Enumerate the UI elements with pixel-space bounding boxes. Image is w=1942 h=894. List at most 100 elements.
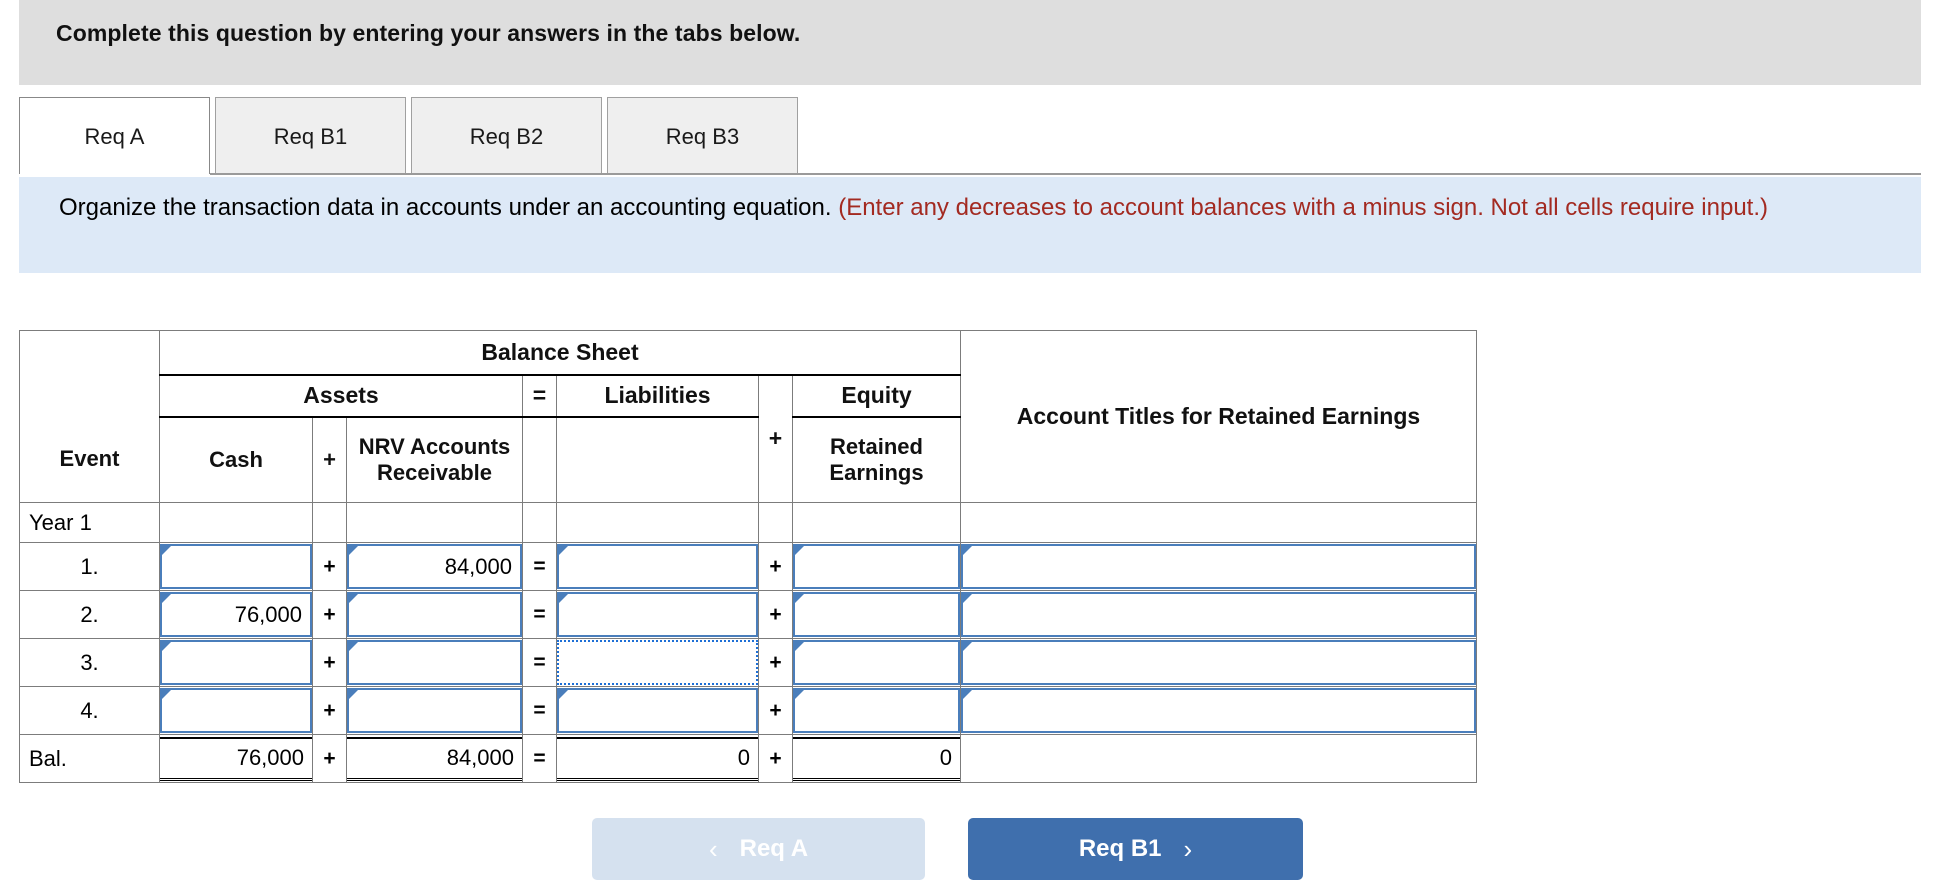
input-cash-3[interactable] <box>160 640 312 685</box>
cell-titles-1[interactable] <box>960 542 1477 591</box>
input-titles-1[interactable] <box>961 544 1476 589</box>
accounting-equation-table: Balance Sheet Account Titles for Retaine… <box>19 330 1477 783</box>
header-plus-equity: + <box>758 374 793 503</box>
section-plus1-blank <box>312 502 347 543</box>
balance-row: Bal. 76,000 + 84,000 = 0 + 0 <box>19 734 1477 783</box>
input-ar-2[interactable] <box>347 592 522 637</box>
input-liab-4[interactable] <box>557 688 758 733</box>
cell-re-balance: 0 <box>792 734 961 783</box>
input-ar-1[interactable]: 84,000 <box>347 544 522 589</box>
tab-req-b2[interactable]: Req B2 <box>411 97 602 175</box>
input-cash-4[interactable] <box>160 688 312 733</box>
cell-ar-balance: 84,000 <box>346 734 523 783</box>
input-cash-1[interactable] <box>160 544 312 589</box>
cell-ar-2[interactable] <box>346 590 523 639</box>
input-liab-3-focused[interactable] <box>557 640 758 685</box>
prev-requirement-button[interactable]: ‹ Req A <box>592 818 925 880</box>
section-eq-blank <box>522 502 557 543</box>
header-cash: Cash <box>159 416 313 503</box>
cell-liab-3[interactable] <box>556 638 759 687</box>
section-ar-blank <box>346 502 523 543</box>
prev-requirement-label: Req A <box>739 835 809 862</box>
cell-titles-3[interactable] <box>960 638 1477 687</box>
banner-title: Complete this question by entering your … <box>56 20 801 46</box>
input-re-4[interactable] <box>793 688 960 733</box>
next-requirement-button[interactable]: Req B1 › <box>968 818 1303 880</box>
cell-liab-2[interactable] <box>556 590 759 639</box>
instruction-main: Organize the transaction data in account… <box>59 194 832 221</box>
cell-titles-2[interactable] <box>960 590 1477 639</box>
cell-titles-balance <box>960 734 1477 783</box>
input-ar-3[interactable] <box>347 640 522 685</box>
cell-cash-2[interactable]: 76,000 <box>159 590 313 639</box>
input-re-3[interactable] <box>793 640 960 685</box>
row-label-balance: Bal. <box>19 734 160 783</box>
operator-plus-1b: + <box>758 542 793 591</box>
cell-cash-balance: 76,000 <box>159 734 313 783</box>
input-titles-2[interactable] <box>961 592 1476 637</box>
operator-plus-4b: + <box>758 686 793 735</box>
input-re-1[interactable] <box>793 544 960 589</box>
operator-plus-4a: + <box>312 686 347 735</box>
next-requirement-label: Req B1 <box>1078 835 1162 862</box>
cell-ar-3[interactable] <box>346 638 523 687</box>
input-ar-4[interactable] <box>347 688 522 733</box>
tab-req-b1[interactable]: Req B1 <box>215 97 406 175</box>
header-equals-spacer <box>522 416 557 503</box>
input-liab-2[interactable] <box>557 592 758 637</box>
section-label-year: Year 1 <box>19 502 160 543</box>
header-row-balance-sheet: Balance Sheet Account Titles for Retaine… <box>19 330 1477 503</box>
tab-req-b1-label: Req B1 <box>273 123 348 149</box>
header-event: Event <box>19 416 160 503</box>
table-row: 4. + = + <box>19 686 1477 735</box>
input-liab-1[interactable] <box>557 544 758 589</box>
value-ar-balance: 84,000 <box>347 736 522 781</box>
table-row: 3. + = + <box>19 638 1477 687</box>
row-label-3: 3. <box>19 638 160 687</box>
cell-titles-4[interactable] <box>960 686 1477 735</box>
header-liabilities-spacer <box>556 416 759 503</box>
cell-cash-4[interactable] <box>159 686 313 735</box>
operator-plus-1a: + <box>312 542 347 591</box>
cell-ar-4[interactable] <box>346 686 523 735</box>
row-label-1: 1. <box>19 542 160 591</box>
cell-re-1[interactable] <box>792 542 961 591</box>
cell-cash-3[interactable] <box>159 638 313 687</box>
tab-req-a[interactable]: Req A <box>19 97 210 177</box>
header-nrv-accounts-receivable: NRV Accounts Receivable <box>346 416 523 503</box>
section-row-year: Year 1 <box>19 502 1477 543</box>
chevron-right-icon: › <box>1183 833 1193 864</box>
input-cash-2[interactable]: 76,000 <box>160 592 312 637</box>
cell-re-3[interactable] <box>792 638 961 687</box>
cell-liab-4[interactable] <box>556 686 759 735</box>
operator-plus-2a: + <box>312 590 347 639</box>
input-titles-3[interactable] <box>961 640 1476 685</box>
header-account-titles: Account Titles for Retained Earnings <box>960 330 1477 503</box>
header-retained-earnings: Retained Earnings <box>792 416 961 503</box>
cell-cash-1[interactable] <box>159 542 313 591</box>
header-liabilities: Liabilities <box>556 374 759 418</box>
header-equals: = <box>522 374 557 418</box>
cell-ar-1[interactable]: 84,000 <box>346 542 523 591</box>
operator-plus-3b: + <box>758 638 793 687</box>
section-re-blank <box>792 502 961 543</box>
operator-equals-2: = <box>522 590 557 639</box>
section-titles-blank <box>960 502 1477 543</box>
requirement-tabs: Req A Req B1 Req B2 Req B3 <box>19 97 1921 177</box>
operator-equals-4: = <box>522 686 557 735</box>
header-event-spacer <box>19 330 160 417</box>
table-row: 1. + 84,000 = + <box>19 542 1477 591</box>
tab-req-b3[interactable]: Req B3 <box>607 97 798 175</box>
value-liab-balance: 0 <box>557 736 758 781</box>
cell-liab-1[interactable] <box>556 542 759 591</box>
instruction-note: (Enter any decreases to account balances… <box>838 194 1769 221</box>
operator-plus-3a: + <box>312 638 347 687</box>
cell-re-4[interactable] <box>792 686 961 735</box>
operator-equals-bal: = <box>522 734 557 783</box>
row-label-2: 2. <box>19 590 160 639</box>
input-titles-4[interactable] <box>961 688 1476 733</box>
instruction-bar: Organize the transaction data in account… <box>19 177 1921 273</box>
section-cash-blank <box>159 502 313 543</box>
cell-re-2[interactable] <box>792 590 961 639</box>
input-re-2[interactable] <box>793 592 960 637</box>
